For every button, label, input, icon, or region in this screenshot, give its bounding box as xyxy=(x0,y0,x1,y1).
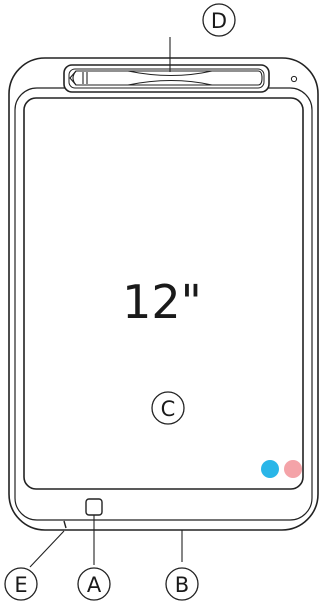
callout-c-label: C xyxy=(161,397,176,421)
tablet-diagram: 12" C D E A B xyxy=(4,3,319,601)
stylus-holder xyxy=(63,64,270,93)
callout-b: B xyxy=(165,567,199,601)
blue-color-dot xyxy=(261,460,279,478)
callout-d: D xyxy=(202,3,236,37)
power-button xyxy=(85,498,103,516)
callout-d-label: D xyxy=(211,9,227,33)
callout-e: E xyxy=(4,567,38,601)
callout-a: A xyxy=(77,567,111,601)
pink-color-dot xyxy=(284,460,302,478)
callout-a-label: A xyxy=(87,573,102,597)
callout-e-label: E xyxy=(14,573,27,597)
leader-line-e xyxy=(29,530,65,568)
screen-size-label: 12" xyxy=(122,275,202,329)
callout-c: C xyxy=(151,391,185,425)
callout-b-label: B xyxy=(175,573,189,597)
